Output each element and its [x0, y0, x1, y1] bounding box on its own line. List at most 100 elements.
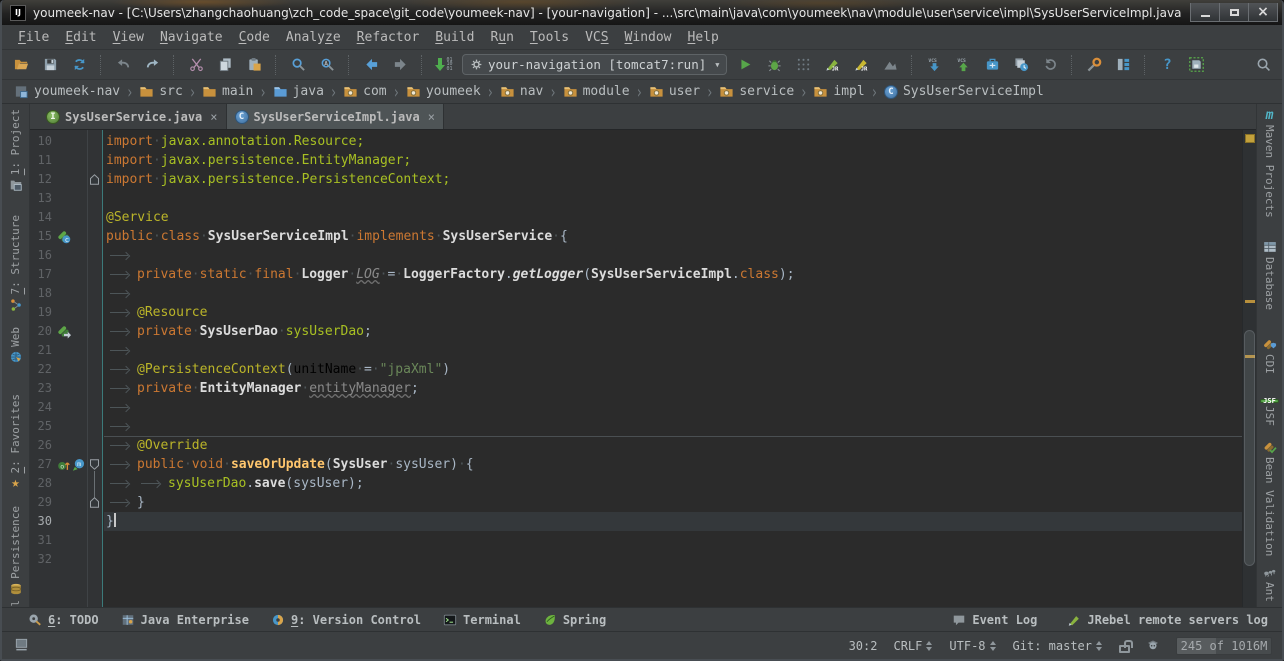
line-ending-select[interactable]: CRLF: [893, 639, 933, 653]
warning-mark[interactable]: [1245, 300, 1255, 303]
code-line-25[interactable]: [104, 417, 1242, 436]
menu-window[interactable]: Window: [617, 29, 680, 46]
line-number[interactable]: 13: [30, 189, 52, 208]
code-line-20[interactable]: private·SysUserDao·sysUserDao;: [104, 322, 1242, 341]
menu-help[interactable]: Help: [680, 29, 727, 46]
code-line-10[interactable]: import·javax.annotation.Resource;: [104, 132, 1242, 151]
line-number[interactable]: 31: [30, 531, 52, 550]
menu-code[interactable]: Code: [231, 29, 278, 46]
breadcrumb-item-service[interactable]: service: [717, 84, 796, 99]
tool-stripe-button-cdi[interactable]: CDI: [1262, 337, 1277, 374]
breadcrumb-item-user[interactable]: user: [647, 84, 702, 99]
code-line-21[interactable]: [104, 341, 1242, 360]
line-number[interactable]: 21: [30, 341, 52, 360]
close-tab-icon[interactable]: ×: [210, 110, 217, 124]
close-tab-icon[interactable]: ×: [428, 110, 435, 124]
line-number[interactable]: 28: [30, 474, 52, 493]
line-number[interactable]: 11: [30, 151, 52, 170]
cut-button[interactable]: [185, 54, 207, 76]
line-number[interactable]: 18: [30, 284, 52, 303]
search-everywhere-button[interactable]: [1252, 54, 1274, 76]
code-line-27[interactable]: public·void·saveOrUpdate(SysUser·sysUser…: [104, 455, 1242, 474]
menu-vcs[interactable]: VCS: [577, 29, 616, 46]
tool-stripe-button-7-structure[interactable]: 7: Structure: [9, 215, 23, 311]
tool-stripe-button-maven-projects[interactable]: mMaven Projects: [1264, 109, 1275, 218]
breadcrumb-item-sysuserserviceimpl[interactable]: CSysUserServiceImpl: [882, 84, 1046, 99]
run-button[interactable]: [734, 54, 756, 76]
lock-icon[interactable]: [1119, 645, 1130, 653]
tool-stripe-button-ant[interactable]: Ant: [1263, 565, 1277, 602]
fold-up-icon[interactable]: [90, 493, 99, 512]
line-number[interactable]: 29: [30, 493, 52, 512]
settings-button[interactable]: [1083, 54, 1105, 76]
vcs-history-button[interactable]: [1010, 54, 1032, 76]
bean-class-gutter-icon[interactable]: c: [56, 227, 71, 246]
code-line-23[interactable]: private·EntityManager·entityManager;: [104, 379, 1242, 398]
code-line-19[interactable]: @Resource: [104, 303, 1242, 322]
tool-button-6-todo[interactable]: 6: TODO: [28, 613, 99, 627]
line-number[interactable]: 30: [30, 512, 52, 531]
maximize-button[interactable]: [1219, 3, 1249, 22]
line-number[interactable]: 20: [30, 322, 52, 341]
jrebel-run-button[interactable]: JR: [821, 54, 843, 76]
breadcrumb-item-youmeek-nav[interactable]: youmeek-nav: [12, 84, 122, 99]
tool-stripe-button-2-favorites[interactable]: 2: Favorites★: [10, 394, 21, 490]
menu-build[interactable]: Build: [427, 29, 482, 46]
jrebel-save-button[interactable]: [1185, 54, 1207, 76]
tool-button-terminal[interactable]: Terminal: [443, 613, 521, 627]
tool-button-spring[interactable]: Spring: [543, 613, 606, 627]
code-line-17[interactable]: private·static·final·Logger·LOG·=·Logger…: [104, 265, 1242, 284]
replace-button[interactable]: A: [316, 54, 338, 76]
caret-position[interactable]: 30:2: [849, 639, 878, 653]
code-line-30[interactable]: }: [104, 512, 1242, 531]
paste-button[interactable]: [243, 54, 265, 76]
hector-inspections-icon[interactable]: [1146, 637, 1160, 654]
vcs-commit-button[interactable]: VCS: [952, 54, 974, 76]
tool-stripe-button-el[interactable]: el: [10, 600, 21, 607]
breadcrumb-item-impl[interactable]: impl: [811, 84, 866, 99]
code-line-24[interactable]: [104, 398, 1242, 417]
line-number[interactable]: 17: [30, 265, 52, 284]
compile-button[interactable]: 011001: [433, 54, 455, 76]
debug-button[interactable]: [763, 54, 785, 76]
find-button[interactable]: [287, 54, 309, 76]
toolwindow-toggle-button[interactable]: [14, 637, 29, 655]
code-editor[interactable]: import·javax.annotation.Resource; import·…: [104, 130, 1242, 607]
code-line-12[interactable]: import·javax.persistence.PersistenceCont…: [104, 170, 1242, 189]
code-line-15[interactable]: public·class·SysUserServiceImpl·implemen…: [104, 227, 1242, 246]
open-folder-button[interactable]: [10, 54, 32, 76]
line-number[interactable]: 19: [30, 303, 52, 322]
tool-stripe-button-1-project[interactable]: 1: Project: [9, 109, 23, 192]
memory-indicator[interactable]: 245 of 1016M: [1176, 637, 1272, 655]
code-line-28[interactable]: sysUserDao.save(sysUser);: [104, 474, 1242, 493]
git-branch-select[interactable]: Git: master: [1013, 639, 1103, 653]
fold-down-icon[interactable]: [90, 455, 99, 474]
vcs-update-button[interactable]: VCS: [923, 54, 945, 76]
line-number[interactable]: 26: [30, 436, 52, 455]
close-button[interactable]: ×: [1248, 3, 1278, 22]
menu-refactor[interactable]: Refactor: [349, 29, 428, 46]
code-line-29[interactable]: }: [104, 493, 1242, 512]
line-number[interactable]: 22: [30, 360, 52, 379]
tool-button-jrebel-remote-servers-log[interactable]: JRebel remote servers log: [1067, 613, 1268, 627]
tool-button-9-version-control[interactable]: 9: Version Control: [271, 613, 421, 627]
fold-up-icon[interactable]: [90, 170, 99, 189]
tool-stripe-button-jsf[interactable]: JSFJSF: [1260, 399, 1279, 426]
tool-stripe-button-persistence[interactable]: Persistence: [9, 506, 23, 596]
line-number[interactable]: 15: [30, 227, 52, 246]
profiler-button[interactable]: [879, 54, 901, 76]
redo-button[interactable]: [141, 54, 163, 76]
line-number[interactable]: 10: [30, 132, 52, 151]
forward-button[interactable]: [389, 54, 411, 76]
code-line-22[interactable]: @PersistenceContext(unitName·=·"jpaXml"): [104, 360, 1242, 379]
rollback-button[interactable]: [1039, 54, 1061, 76]
undo-button[interactable]: [112, 54, 134, 76]
line-number[interactable]: 16: [30, 246, 52, 265]
jrebel-debug-button[interactable]: JR: [850, 54, 872, 76]
coverage-button[interactable]: [792, 54, 814, 76]
minimize-button[interactable]: [1190, 3, 1220, 22]
tool-stripe-button-database[interactable]: Database: [1263, 240, 1277, 310]
menu-analyze[interactable]: Analyze: [278, 29, 349, 46]
bean-arrow-gutter-icon[interactable]: [56, 322, 71, 341]
encoding-select[interactable]: UTF-8: [949, 639, 996, 653]
